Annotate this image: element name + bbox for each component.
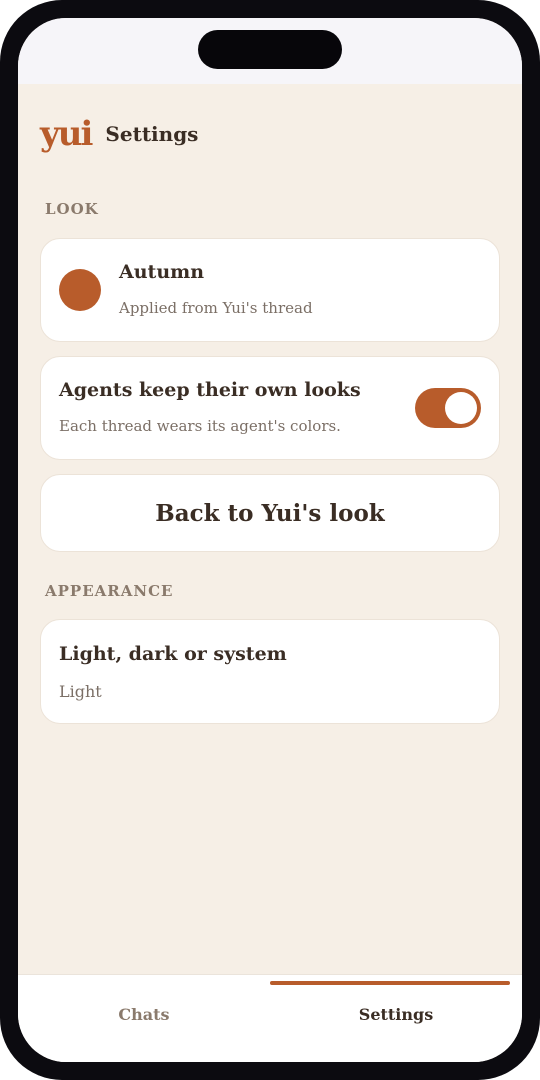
- tab-chats[interactable]: Chats: [18, 975, 270, 1062]
- agents-looks-toggle[interactable]: [415, 388, 481, 428]
- appearance-mode-value: Light: [59, 682, 102, 701]
- tab-bar: Chats Settings: [18, 974, 522, 1062]
- agents-looks-subtitle: Each thread wears its agent's colors.: [59, 417, 341, 435]
- theme-card[interactable]: Autumn Applied from Yui's thread: [40, 238, 500, 342]
- header: yui Settings: [40, 114, 198, 154]
- agents-looks-title: Agents keep their own looks: [59, 379, 361, 401]
- toggle-knob: [445, 392, 477, 424]
- page-title: Settings: [105, 122, 199, 146]
- appearance-mode-card[interactable]: Light, dark or system Light: [40, 619, 500, 724]
- dynamic-island: [198, 30, 342, 69]
- theme-title: Autumn: [119, 261, 205, 283]
- theme-swatch: [59, 269, 101, 311]
- section-label-look: LOOK: [45, 200, 99, 218]
- agents-looks-card: Agents keep their own looks Each thread …: [40, 356, 500, 460]
- tab-chats-label: Chats: [118, 1005, 170, 1024]
- section-label-appearance: APPEARANCE: [45, 582, 174, 600]
- appearance-mode-title: Light, dark or system: [59, 643, 287, 665]
- phone-frame: yui Settings LOOK Autumn Applied from Yu…: [0, 0, 540, 1080]
- screen: yui Settings LOOK Autumn Applied from Yu…: [18, 18, 522, 1062]
- tab-settings-label: Settings: [358, 1005, 434, 1024]
- back-to-yui-look-button[interactable]: Back to Yui's look: [40, 474, 500, 552]
- theme-subtitle: Applied from Yui's thread: [119, 299, 313, 317]
- tab-settings[interactable]: Settings: [270, 975, 522, 1062]
- app-logo: yui: [40, 114, 93, 154]
- status-bar: [18, 18, 522, 84]
